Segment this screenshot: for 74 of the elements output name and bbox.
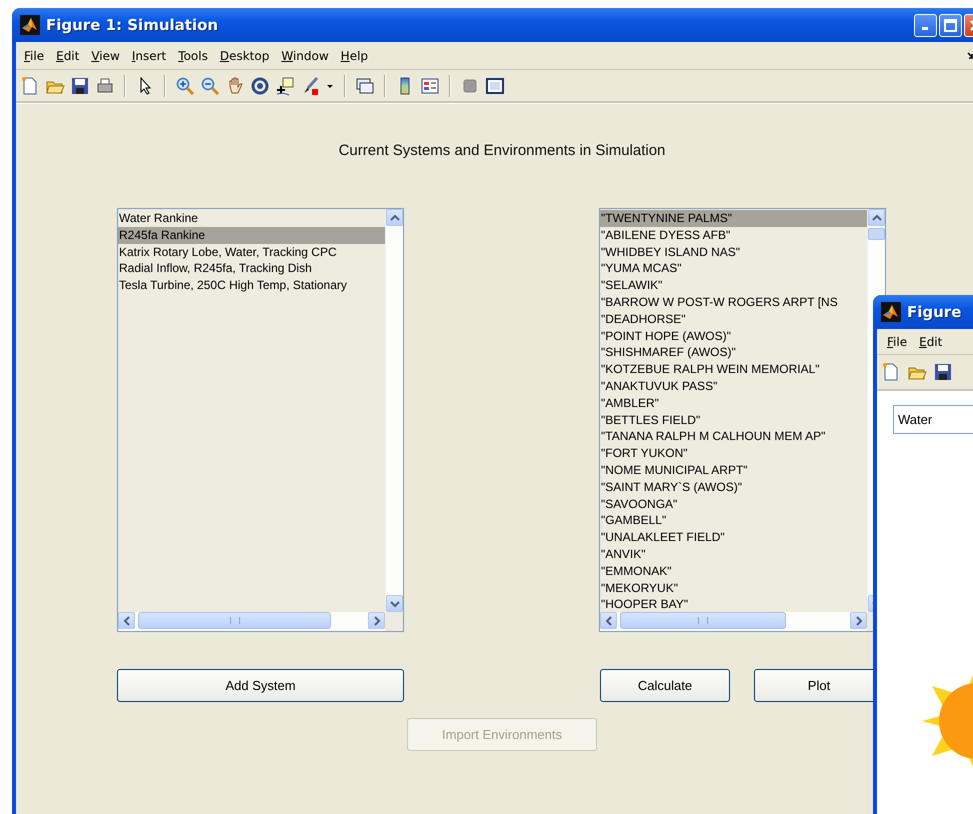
list-item[interactable]: Radial Inflow, R245fa, Tracking Dish xyxy=(118,260,385,278)
link-icon[interactable] xyxy=(355,76,375,96)
list-item[interactable]: "BETTLES FIELD" xyxy=(600,412,867,428)
list-item[interactable]: "EMMONAK" xyxy=(600,562,867,580)
save-icon[interactable] xyxy=(70,76,90,96)
app-logo-icon xyxy=(881,302,901,322)
add-system-button[interactable]: Add System xyxy=(117,669,404,702)
list-item[interactable]: Tesla Turbine, 250C High Temp, Stationary xyxy=(118,277,385,294)
list-item[interactable]: "AMBLER" xyxy=(600,394,867,412)
list-box[interactable] xyxy=(599,208,886,632)
show-plot-tools-icon[interactable] xyxy=(485,76,505,96)
menu-item[interactable]: Window xyxy=(275,48,335,62)
menu-item[interactable]: View xyxy=(85,48,126,62)
list-item[interactable]: "TANANA RALPH M CALHOUN MEM AP" xyxy=(600,428,867,446)
scroll-right-icon[interactable] xyxy=(854,616,862,626)
zoom-in-icon[interactable] xyxy=(175,76,195,96)
vertical-scrollbar[interactable] xyxy=(385,209,403,612)
menu-item[interactable]: Help xyxy=(334,48,374,62)
horizontal-scrollbar[interactable] xyxy=(118,612,385,631)
window-title: Figure xyxy=(907,303,962,321)
list-item[interactable]: Water Rankine xyxy=(118,210,385,227)
menu-item[interactable]: File xyxy=(881,334,914,348)
calculate-button[interactable]: Calculate xyxy=(600,669,730,702)
app-logo-icon xyxy=(20,15,40,35)
list-item[interactable]: "NOME MUNICIPAL ARPT" xyxy=(600,462,867,479)
scroll-left-icon[interactable] xyxy=(604,616,612,626)
horizontal-scrollbar[interactable] xyxy=(600,612,867,631)
window-title: Figure 1: Simulation xyxy=(46,16,218,34)
scroll-up-icon[interactable] xyxy=(872,214,882,222)
menu-item[interactable]: Edit xyxy=(913,334,948,348)
scroll-thumb[interactable] xyxy=(868,228,885,240)
menu-item[interactable]: Insert xyxy=(126,48,172,62)
list-box[interactable]: Water Rankine R245fa Rankine Katrix Rotary Lobe, Water, Tracking CPC Radial Inflow, R245fa, Tracking Dish Tesla Turbine, 250C High Temp, Stationary xyxy=(117,208,404,632)
input-field[interactable]: Water xyxy=(893,405,973,434)
menu-item[interactable]: File xyxy=(18,48,50,62)
list-item[interactable]: "FORT YUKON" xyxy=(600,445,867,462)
zoom-out-icon[interactable] xyxy=(200,76,220,96)
maximize-button[interactable] xyxy=(939,14,962,36)
menu-item[interactable]: Desktop xyxy=(214,48,276,62)
print-icon[interactable] xyxy=(95,76,115,96)
list-item[interactable]: "SAVOONGA" xyxy=(600,496,867,512)
list-item[interactable]: "ABILENE DYESS AFB" xyxy=(600,226,867,244)
list-item[interactable]: Katrix Rotary Lobe, Water, Tracking CPC xyxy=(118,244,385,260)
heading: Current Systems and Environments in Simulation xyxy=(338,142,666,159)
maximize-icon[interactable] xyxy=(944,18,957,32)
list-item[interactable]: "KOTZEBUE RALPH WEIN MEMORIAL" xyxy=(600,361,867,378)
scroll-down-icon[interactable] xyxy=(390,600,400,608)
list-item[interactable]: "YUMA MCAS" xyxy=(600,260,867,278)
dock-arrow-icon[interactable] xyxy=(967,52,973,60)
list-item[interactable]: "UNALAKLEET FIELD" xyxy=(600,529,867,546)
list-item[interactable]: "SELAWIK" xyxy=(600,277,867,294)
list-item[interactable]: "SHISHMAREF (AWOS)" xyxy=(600,344,867,362)
minimize-button[interactable] xyxy=(914,14,937,36)
list-item[interactable]: "GAMBELL" xyxy=(600,512,867,530)
legend-icon[interactable] xyxy=(420,76,440,96)
list-item[interactable]: "WHIDBEY ISLAND NAS" xyxy=(600,244,867,260)
scroll-left-icon[interactable] xyxy=(122,616,130,626)
scroll-up-icon[interactable] xyxy=(390,214,400,222)
list-item[interactable]: "POINT HOPE (AWOS)" xyxy=(600,328,867,344)
data-cursor-icon[interactable] xyxy=(275,76,295,96)
list-item[interactable]: R245fa Rankine xyxy=(118,226,385,244)
list-item[interactable]: "TWENTYNINE PALMS" xyxy=(600,210,867,227)
menu-item[interactable]: Edit xyxy=(50,48,86,62)
list-item[interactable]: "SAINT MARY`S (AWOS)" xyxy=(600,478,867,496)
list-item[interactable]: "MEKORYUK" xyxy=(600,580,867,596)
list-item[interactable]: "HOOPER BAY" xyxy=(600,596,867,612)
rotate-icon[interactable] xyxy=(250,76,270,96)
save-icon[interactable] xyxy=(933,362,953,382)
list-item[interactable]: "BARROW W POST-W ROGERS ARPT [NS xyxy=(600,294,867,311)
list-item[interactable]: "DEADHORSE" xyxy=(600,310,867,328)
list-item[interactable]: "ANAKTUVUK PASS" xyxy=(600,378,867,395)
list-item[interactable]: "ANVIK" xyxy=(600,546,867,563)
menu-item[interactable]: Tools xyxy=(172,48,214,62)
scroll-right-icon[interactable] xyxy=(372,616,380,626)
